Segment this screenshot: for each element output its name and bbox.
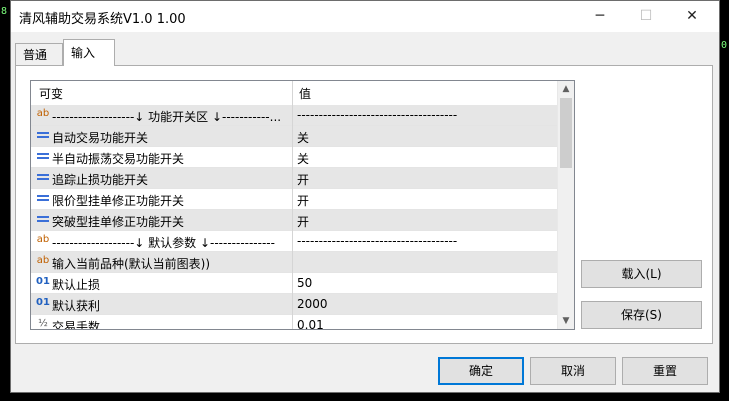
param-value[interactable]: 开 bbox=[297, 213, 552, 230]
reset-button[interactable]: 重置 bbox=[622, 357, 708, 385]
save-button[interactable]: 保存(S) bbox=[581, 301, 702, 329]
param-value[interactable]: 开 bbox=[297, 171, 552, 188]
minimize-button[interactable]: ─ bbox=[577, 1, 623, 32]
param-row[interactable]: ab -------------------↓ 功能开关区 ↓---------… bbox=[31, 105, 557, 126]
enum-type-icon bbox=[36, 214, 50, 226]
param-name: -------------------↓ 默认参数 ↓-------------… bbox=[52, 236, 275, 250]
param-row[interactable]: ab -------------------↓ 默认参数 ↓----------… bbox=[31, 231, 557, 252]
grid-rows: ab -------------------↓ 功能开关区 ↓---------… bbox=[31, 105, 557, 330]
param-name: 限价型挂单修正功能开关 bbox=[52, 194, 185, 208]
param-name: 默认获利 bbox=[52, 299, 101, 313]
enum-type-icon bbox=[36, 130, 50, 142]
tab-inputs[interactable]: 输入 bbox=[63, 39, 115, 66]
param-name: 追踪止损功能开关 bbox=[52, 173, 149, 187]
maximize-button[interactable]: ☐ bbox=[623, 1, 669, 32]
column-header-value[interactable]: 值 bbox=[299, 85, 311, 102]
param-row[interactable]: 突破型挂单修正功能开关 开 bbox=[31, 210, 557, 231]
background-mark-left: 8 bbox=[1, 6, 8, 17]
parameters-grid: 可变 值 ab -------------------↓ 功能开关区 ↓----… bbox=[30, 80, 575, 330]
param-name: 半自动振荡交易功能开关 bbox=[52, 152, 185, 166]
properties-dialog: 清风辅助交易系统V1.0 1.00 ─ ☐ ✕ 普通 输入 可变 值 ab --… bbox=[10, 0, 720, 393]
param-value[interactable]: ------------------------------------- bbox=[297, 108, 552, 122]
param-value[interactable]: ------------------------------------- bbox=[297, 234, 552, 248]
param-name: 输入当前品种(默认当前图表)) bbox=[52, 257, 211, 271]
param-row[interactable]: 追踪止损功能开关 开 bbox=[31, 168, 557, 189]
param-value[interactable]: 0.01 bbox=[297, 318, 552, 329]
background-left: 8 bbox=[0, 0, 10, 401]
column-header-variable[interactable]: 可变 bbox=[39, 85, 63, 102]
param-value[interactable]: 关 bbox=[297, 150, 552, 167]
param-row[interactable]: 自动交易功能开关 关 bbox=[31, 126, 557, 147]
param-row[interactable]: 01 默认止损 50 bbox=[31, 273, 557, 294]
param-name: 默认止损 bbox=[52, 278, 101, 292]
param-value[interactable]: 50 bbox=[297, 276, 552, 290]
integer-type-icon: 01 bbox=[36, 297, 50, 308]
integer-type-icon: 01 bbox=[36, 276, 50, 287]
param-row[interactable]: 01 默认获利 2000 bbox=[31, 294, 557, 315]
tab-general[interactable]: 普通 bbox=[15, 43, 63, 65]
param-row[interactable]: 半自动振荡交易功能开关 关 bbox=[31, 147, 557, 168]
ok-button[interactable]: 确定 bbox=[438, 357, 524, 385]
scroll-down-icon[interactable]: ▼ bbox=[558, 313, 574, 329]
inputs-panel: 可变 值 ab -------------------↓ 功能开关区 ↓----… bbox=[15, 65, 713, 344]
param-row[interactable]: ab 输入当前品种(默认当前图表)) bbox=[31, 252, 557, 273]
param-value[interactable]: 开 bbox=[297, 192, 552, 209]
background-mark-right: 0 bbox=[721, 40, 728, 51]
scroll-up-icon[interactable]: ▲ bbox=[558, 81, 574, 97]
param-value[interactable]: 关 bbox=[297, 129, 552, 146]
param-name: -------------------↓ 功能开关区 ↓-----------.… bbox=[52, 110, 282, 124]
string-type-icon: ab bbox=[36, 234, 50, 245]
param-name: 交易手数 bbox=[52, 320, 101, 330]
param-name: 自动交易功能开关 bbox=[52, 131, 149, 145]
string-type-icon: ab bbox=[36, 255, 50, 266]
load-button[interactable]: 载入(L) bbox=[581, 260, 702, 288]
param-name: 突破型挂单修正功能开关 bbox=[52, 215, 185, 229]
string-type-icon: ab bbox=[36, 108, 50, 119]
scroll-thumb[interactable] bbox=[560, 98, 572, 168]
param-row[interactable]: ½ 交易手数 0.01 bbox=[31, 315, 557, 330]
enum-type-icon bbox=[36, 151, 50, 163]
close-button[interactable]: ✕ bbox=[669, 1, 715, 32]
cancel-button[interactable]: 取消 bbox=[530, 357, 616, 385]
background-right: 0 bbox=[719, 0, 729, 401]
enum-type-icon bbox=[36, 193, 50, 205]
vertical-scrollbar[interactable]: ▲ ▼ bbox=[557, 81, 574, 329]
title-bar: 清风辅助交易系统V1.0 1.00 ─ ☐ ✕ bbox=[11, 1, 719, 32]
enum-type-icon bbox=[36, 172, 50, 184]
double-type-icon: ½ bbox=[38, 318, 48, 329]
param-value[interactable]: 2000 bbox=[297, 297, 552, 311]
window-title: 清风辅助交易系统V1.0 1.00 bbox=[19, 12, 186, 27]
param-row[interactable]: 限价型挂单修正功能开关 开 bbox=[31, 189, 557, 210]
grid-header: 可变 值 bbox=[31, 81, 557, 106]
